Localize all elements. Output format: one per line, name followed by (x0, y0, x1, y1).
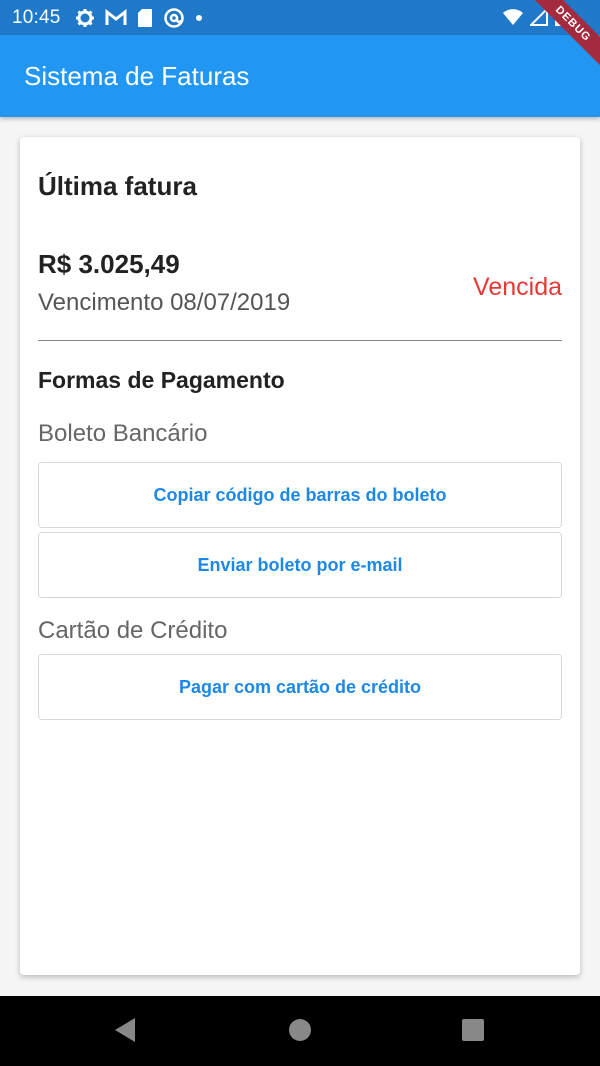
email-boleto-button[interactable]: Enviar boleto por e-mail (38, 532, 562, 598)
at-sign-icon (163, 7, 185, 29)
dot-icon (195, 14, 203, 22)
credit-card-label: Cartão de Crédito (38, 617, 228, 644)
wifi-icon (502, 8, 524, 32)
boleto-label: Boleto Bancário (38, 420, 208, 447)
notification-icons (75, 7, 203, 29)
payment-section-title: Formas de Pagamento (38, 367, 285, 393)
pay-credit-card-button[interactable]: Pagar com cartão de crédito (38, 654, 562, 720)
home-icon[interactable] (288, 1016, 312, 1044)
status-time: 10:45 (12, 6, 61, 28)
invoice-heading: Última fatura (38, 171, 197, 201)
signal-icon (528, 6, 548, 32)
gear-icon (75, 8, 95, 28)
recents-icon[interactable] (461, 1016, 485, 1044)
system-nav-bar (0, 996, 600, 1066)
invoice-due-date: Vencimento 08/07/2019 (38, 289, 291, 316)
app-title: Sistema de Faturas (24, 60, 250, 91)
app-bar: Sistema de Faturas (0, 35, 600, 117)
back-icon[interactable] (112, 1016, 138, 1044)
invoice-status-badge: Vencida (473, 273, 562, 301)
divider (38, 340, 562, 341)
status-bar: 10:45 (0, 0, 600, 35)
invoice-card: Última fatura R$ 3.025,49 Vencimento 08/… (20, 137, 580, 975)
copy-barcode-button[interactable]: Copiar código de barras do boleto (38, 462, 562, 528)
invoice-amount: R$ 3.025,49 (38, 249, 180, 279)
sd-card-icon (137, 8, 153, 28)
gmail-icon (105, 8, 127, 27)
